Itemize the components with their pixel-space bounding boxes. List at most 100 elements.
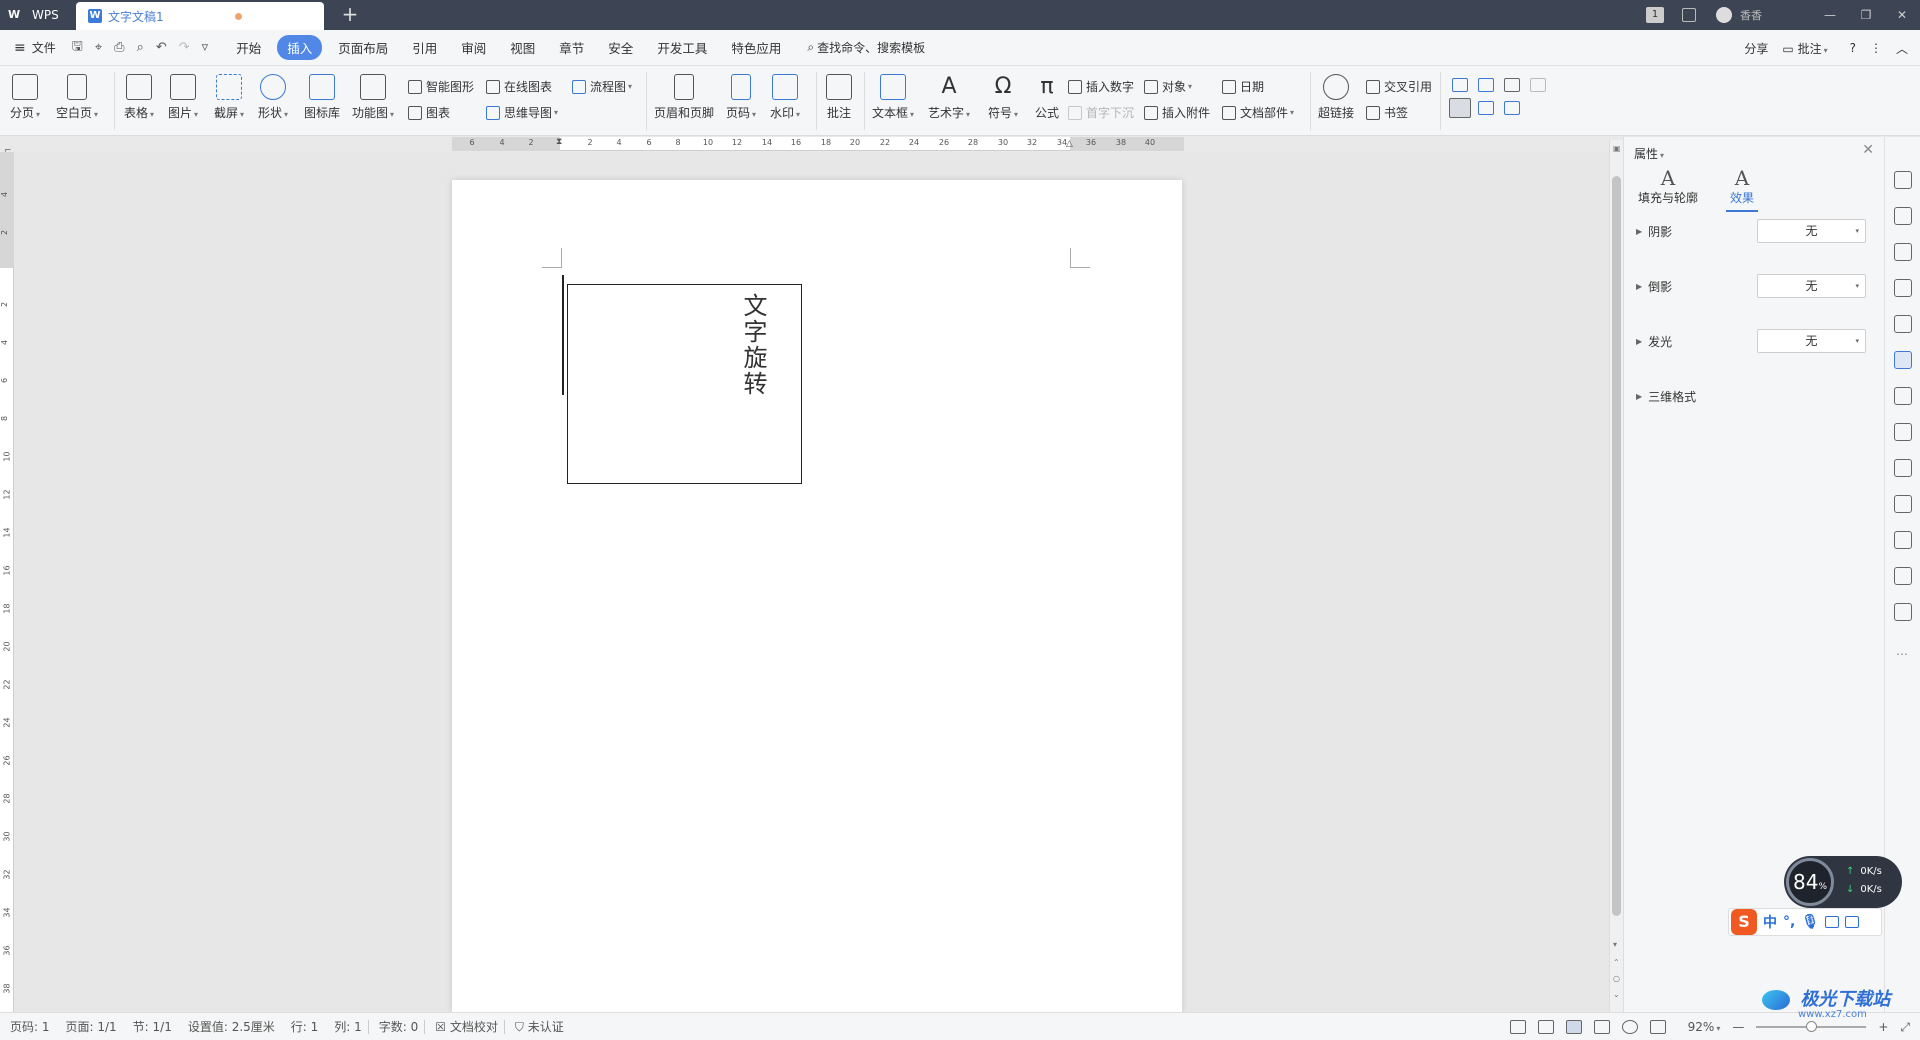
- shadow-select[interactable]: 无 ▾: [1757, 219, 1866, 243]
- status-section[interactable]: 节: 1/1: [133, 1018, 172, 1035]
- formula-button[interactable]: π 公式: [1034, 74, 1060, 121]
- tab-chapter[interactable]: 章节: [559, 35, 584, 60]
- tab-home[interactable]: 开始: [236, 35, 261, 60]
- select-browse-icon[interactable]: ○: [1613, 974, 1620, 983]
- more-icon[interactable]: ⋯: [1896, 647, 1908, 661]
- tab-effect[interactable]: A 效果: [1726, 167, 1758, 212]
- table-icon[interactable]: [1894, 315, 1912, 333]
- tab-security[interactable]: 安全: [608, 35, 633, 60]
- microphone-icon[interactable]: 🎙: [1801, 914, 1819, 930]
- smart-shape-button[interactable]: 智能图形: [408, 78, 474, 95]
- page-number-button[interactable]: 页码 ▾: [726, 74, 756, 121]
- zoom-slider-knob[interactable]: [1806, 1021, 1818, 1032]
- page-break-button[interactable]: 分页 ▾: [10, 74, 40, 121]
- file-menu[interactable]: ≡ 文件: [0, 39, 66, 56]
- vertical-ruler[interactable]: 4 2 2 4 6 8 10 12 14 16 18 20 22 24 26 2…: [0, 152, 14, 1012]
- scroll-options-icon[interactable]: ▣: [1613, 144, 1621, 153]
- status-words[interactable]: 字数: 0: [379, 1018, 419, 1035]
- scroll-down-icon[interactable]: ▾: [1613, 940, 1617, 949]
- zoom-out-icon[interactable]: —: [1732, 1020, 1744, 1034]
- status-row[interactable]: 行: 1: [291, 1018, 319, 1035]
- chart-button[interactable]: 图表: [408, 104, 450, 121]
- mindmap-button[interactable]: 思维导图 ▾: [486, 104, 558, 121]
- cross-reference-button[interactable]: 交叉引用: [1366, 78, 1432, 95]
- tab-fill-outline[interactable]: A 填充与轮廓: [1638, 167, 1698, 206]
- print-icon[interactable]: ⎙: [114, 40, 124, 55]
- punctuation-icon[interactable]: °,: [1783, 914, 1795, 930]
- zoom-select[interactable]: 92% ▾: [1688, 1020, 1721, 1034]
- document-tab[interactable]: W 文字文稿1: [76, 2, 324, 30]
- save-icon[interactable]: 🖫: [72, 37, 83, 59]
- screenshot-button[interactable]: 截屏 ▾: [214, 74, 244, 121]
- attachment-button[interactable]: 插入附件: [1144, 104, 1210, 121]
- backup-icon[interactable]: [1894, 531, 1912, 549]
- edit-icon[interactable]: [1894, 171, 1912, 189]
- help-icon[interactable]: [1894, 603, 1912, 621]
- share-button[interactable]: 分享: [1744, 40, 1768, 57]
- object-button[interactable]: 对象 ▾: [1144, 78, 1192, 95]
- picture-button[interactable]: 图片 ▾: [168, 74, 198, 121]
- close-icon[interactable]: ✕: [1884, 8, 1920, 22]
- wordart-button[interactable]: A 艺术字 ▾: [928, 74, 970, 121]
- status-pages[interactable]: 页面: 1/1: [66, 1018, 117, 1035]
- vertical-scrollbar[interactable]: ▣ ▾ ⌃ ○ ⌄: [1609, 140, 1623, 1012]
- user-avatar[interactable]: [1716, 7, 1732, 23]
- reading-mode-icon[interactable]: [1537, 1020, 1554, 1034]
- date-button[interactable]: 日期: [1222, 78, 1264, 95]
- web-view-icon[interactable]: [1621, 1020, 1638, 1034]
- page-view-icon[interactable]: [1565, 1020, 1582, 1034]
- more-icon[interactable]: ⋮: [1870, 41, 1882, 55]
- layout-option-icon[interactable]: [1478, 101, 1494, 115]
- text-effects-icon[interactable]: [1894, 279, 1912, 297]
- status-page-no[interactable]: 页码: 1: [10, 1018, 50, 1035]
- textbox-button[interactable]: 文本框 ▾: [872, 74, 914, 121]
- insert-comment-button[interactable]: 批注: [826, 74, 852, 121]
- page-count-badge[interactable]: 1: [1646, 7, 1664, 23]
- wps-home-tab[interactable]: W WPS: [0, 0, 76, 30]
- customize-chevron-icon[interactable]: ▿: [202, 40, 209, 55]
- layout-option-icon[interactable]: [1449, 98, 1471, 118]
- fullscreen-icon[interactable]: [1509, 1020, 1526, 1034]
- ime-toolbar[interactable]: S 中 °, 🎙: [1728, 908, 1882, 936]
- layout-option-icon[interactable]: [1478, 78, 1494, 92]
- tab-view[interactable]: 视图: [510, 35, 535, 60]
- tab-insert[interactable]: 插入: [277, 35, 323, 60]
- online-chart-button[interactable]: 在线图表: [486, 78, 552, 95]
- vertical-textbox[interactable]: 文字旋转: [567, 284, 802, 484]
- restore-icon[interactable]: ❐: [1848, 8, 1884, 22]
- status-setting[interactable]: 设置值: 2.5厘米: [188, 1018, 275, 1035]
- doc-parts-button[interactable]: 文档部件 ▾: [1222, 104, 1294, 121]
- shape-button[interactable]: 形状 ▾: [258, 74, 288, 121]
- shapes-icon[interactable]: [1894, 243, 1912, 261]
- tab-developer[interactable]: 开发工具: [657, 35, 707, 60]
- fit-icon[interactable]: ⤢: [1900, 1020, 1910, 1035]
- tab-features[interactable]: 特色应用: [731, 35, 781, 60]
- new-tab-button[interactable]: +: [338, 4, 362, 26]
- print-preview-icon[interactable]: ⌕: [137, 40, 144, 55]
- layout-option-icon[interactable]: [1504, 78, 1520, 92]
- indent-marker-icon[interactable]: ⧗: [556, 137, 562, 147]
- textbox-content[interactable]: 文字旋转: [736, 293, 771, 397]
- glow-select[interactable]: 无 ▾: [1757, 329, 1866, 353]
- minimize-icon[interactable]: —: [1812, 8, 1848, 22]
- properties-title[interactable]: 属性 ▾: [1634, 145, 1664, 162]
- scrollbar-thumb[interactable]: [1612, 176, 1621, 916]
- skin-icon[interactable]: [1682, 8, 1696, 22]
- proofread-button[interactable]: ☒ 文档校对: [435, 1018, 498, 1035]
- horizontal-ruler[interactable]: 6 4 2 2 2 4 6 8 10 12 14 16 18 20 22 24 …: [452, 137, 1184, 151]
- function-chart-button[interactable]: 功能图 ▾: [352, 74, 394, 121]
- redo-icon[interactable]: ↷: [179, 40, 190, 55]
- user-name[interactable]: 香香: [1740, 7, 1762, 23]
- toolbox-icon[interactable]: [1845, 916, 1860, 928]
- outline-view-icon[interactable]: [1593, 1020, 1610, 1034]
- format-painter-icon[interactable]: ⌖: [95, 40, 102, 55]
- translate-icon[interactable]: [1894, 423, 1912, 441]
- flowchart-button[interactable]: 流程图 ▾: [572, 78, 632, 95]
- blank-page-button[interactable]: 空白页 ▾: [56, 74, 98, 121]
- next-page-icon[interactable]: ⌄: [1613, 990, 1620, 999]
- collapse-ribbon-icon[interactable]: ︿: [1896, 40, 1908, 57]
- zoom-slider[interactable]: [1756, 1021, 1867, 1032]
- history-icon[interactable]: [1894, 567, 1912, 585]
- layout-option-icon[interactable]: [1504, 101, 1520, 115]
- zoom-in-icon[interactable]: +: [1878, 1020, 1888, 1034]
